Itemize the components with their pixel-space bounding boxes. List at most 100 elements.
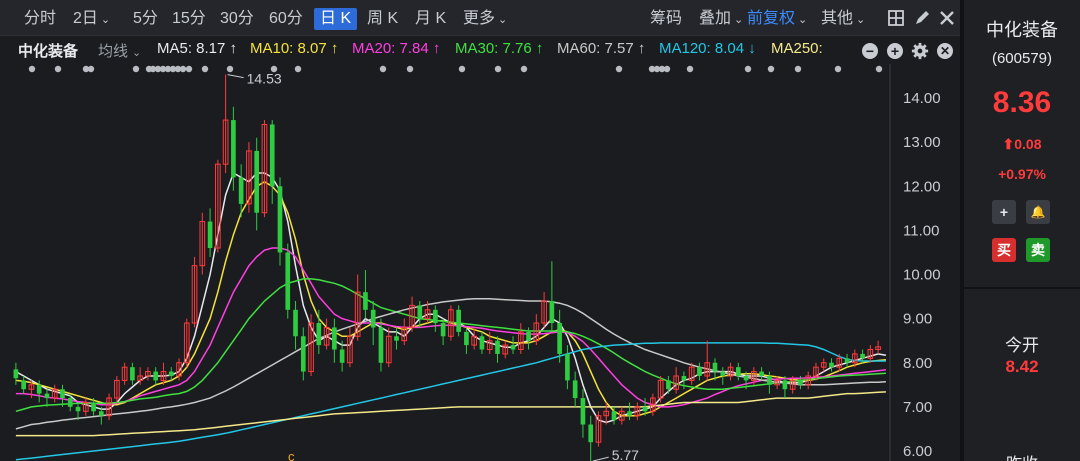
chips-button[interactable]: 筹码	[650, 8, 682, 30]
period-tab-2day[interactable]: 2日 ⌄	[73, 8, 110, 30]
candle-body	[580, 398, 586, 425]
candle-body	[67, 398, 73, 407]
candle-body	[285, 252, 291, 310]
y-tick-label: 6.00	[903, 443, 932, 460]
period-tab-2day-label: 2日	[73, 10, 98, 27]
chevron-down-icon: ⌄	[132, 47, 142, 59]
event-marker-dot	[875, 65, 883, 73]
candle-body	[666, 380, 671, 390]
candle-body	[363, 292, 368, 310]
candle-body	[510, 345, 516, 350]
event-marker-dot	[520, 65, 528, 73]
price-change-value: 0.08	[1014, 136, 1042, 152]
candle-body	[479, 336, 485, 350]
candle-body	[254, 150, 260, 213]
ma60-value: MA60: 7.57 ↑	[557, 40, 646, 57]
event-marker-dot	[28, 65, 36, 73]
ma-selector-label: 均线	[98, 43, 129, 60]
chart-marker-c: c	[288, 449, 295, 461]
event-marker-dot	[615, 65, 623, 73]
candle-body	[269, 124, 275, 187]
period-tab-5min[interactable]: 5分	[133, 8, 158, 30]
candle-body	[153, 371, 159, 381]
period-tab-more[interactable]: 更多 ⌄	[463, 8, 507, 30]
candle-body	[394, 336, 399, 341]
candle-body	[697, 367, 702, 376]
arrow-up-icon: ⬆	[1002, 136, 1015, 152]
period-tab-daily[interactable]: 日 K	[314, 8, 358, 30]
ma30-value: MA30: 7.76 ↑	[455, 40, 544, 57]
overlay-label: 叠加	[699, 10, 732, 27]
y-tick-label: 9.00	[903, 311, 932, 328]
open-value: 8.42	[1005, 357, 1039, 376]
candle-body	[433, 309, 438, 324]
candle-body	[168, 371, 174, 376]
event-marker-dot	[185, 65, 193, 73]
candle-body	[238, 177, 244, 204]
price-change-percent: +0.97%	[998, 166, 1046, 182]
zoom-out-icon[interactable]: −	[862, 43, 878, 59]
chevron-down-icon: ⌄	[498, 14, 508, 26]
event-marker-dot	[226, 65, 234, 73]
candle-body	[60, 389, 65, 399]
candle-body	[627, 411, 632, 416]
candle-body	[332, 327, 337, 350]
candle-body	[44, 393, 50, 399]
candle-body	[99, 411, 104, 416]
period-tab-monthly[interactable]: 月 K	[415, 8, 446, 30]
gear-icon[interactable]	[911, 42, 929, 60]
kline-chart[interactable]: 14.00 13.00 12.00 11.00 10.00 9.00 8.00 7.00 6.0…	[0, 64, 960, 461]
grid-layout-icon[interactable]	[886, 8, 906, 28]
candle-body	[720, 371, 726, 376]
candle-body	[316, 323, 322, 346]
candle-body	[829, 362, 834, 368]
candle-body	[370, 309, 376, 328]
chevron-down-icon: ⌄	[734, 14, 744, 26]
period-tab-weekly[interactable]: 周 K	[367, 8, 398, 30]
period-toolbar: 分时 2日 ⌄ 5分 15分 30分 60分 日 K 周 K 月 K 更多 ⌄ 筹码…	[0, 0, 960, 36]
ma-selector[interactable]: 均线 ⌄	[98, 40, 141, 61]
candle-body	[207, 221, 213, 249]
low-annotation-label: 5.77	[612, 447, 639, 461]
candle-body	[782, 380, 788, 390]
ma-line-ma30	[15, 278, 886, 413]
prev-close-label: 昨收	[964, 450, 1080, 461]
chart-stock-name: 中化装备	[18, 43, 79, 60]
chevron-down-icon: ⌄	[798, 14, 808, 26]
adjust-dropdown[interactable]: 前复权 ⌄	[747, 8, 807, 30]
zoom-in-icon[interactable]: +	[887, 43, 903, 59]
y-tick-label: 10.00	[903, 267, 941, 284]
event-marker-dot	[744, 65, 752, 73]
candle-body	[13, 369, 19, 379]
last-price: 8.36	[992, 86, 1052, 119]
candle-body	[611, 411, 617, 421]
event-marker-dot	[767, 65, 775, 73]
period-tab-60min[interactable]: 60分	[269, 8, 303, 30]
close-icon[interactable]	[937, 8, 957, 28]
event-marker-dot	[201, 65, 209, 73]
other-dropdown[interactable]: 其他 ⌄	[821, 8, 865, 30]
overlay-dropdown[interactable]: 叠加 ⌄	[699, 8, 743, 30]
ma250-value: MA250:	[771, 40, 823, 57]
event-marker-dot	[179, 65, 187, 73]
period-tab-30min[interactable]: 30分	[220, 8, 254, 30]
bell-icon[interactable]: 🔔	[1026, 200, 1050, 224]
add-watchlist-icon[interactable]: +	[992, 200, 1016, 224]
buy-button[interactable]: 买	[992, 238, 1016, 262]
sell-button[interactable]: 卖	[1026, 238, 1050, 262]
adjust-label: 前复权	[747, 10, 796, 27]
event-marker-dot	[54, 65, 62, 73]
period-tab-intraday[interactable]: 分时	[24, 8, 56, 30]
close-icon[interactable]: ✕	[937, 43, 953, 59]
y-tick-label: 11.00	[903, 222, 939, 239]
candle-body	[798, 380, 803, 385]
candle-body	[130, 367, 135, 381]
candle-body	[526, 331, 531, 341]
candle-body	[339, 349, 345, 363]
period-tab-15min[interactable]: 15分	[172, 8, 206, 30]
candle-body	[860, 353, 865, 359]
candle-body	[588, 424, 594, 443]
draw-pen-icon[interactable]	[912, 8, 932, 28]
candle-body	[91, 402, 96, 412]
candle-body	[231, 120, 236, 178]
